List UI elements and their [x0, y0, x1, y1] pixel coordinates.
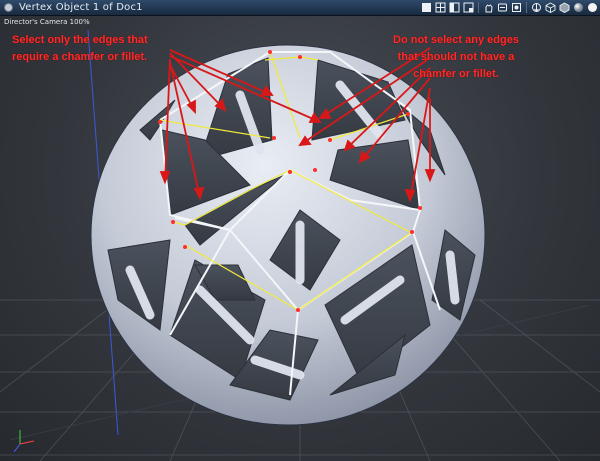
window-menu-icon[interactable]	[4, 3, 13, 12]
hand-icon[interactable]	[483, 2, 494, 13]
move-icon[interactable]	[531, 2, 542, 13]
grid-icon[interactable]	[435, 2, 446, 13]
window-title: Vertex Object 1 of Doc1	[19, 2, 143, 13]
material-icon[interactable]	[559, 2, 570, 13]
annotation-line: chamfer or fillet.	[413, 68, 499, 80]
polyhedron-model[interactable]	[90, 44, 486, 426]
window-titlebar: Vertex Object 1 of Doc1	[0, 0, 600, 16]
axis-gizmo	[13, 430, 35, 453]
cube-icon[interactable]	[545, 2, 556, 13]
sphere-icon[interactable]	[573, 2, 584, 13]
camera-label[interactable]: Director's Camera 100%	[4, 18, 90, 26]
annotation-line: require a chamfer or fillet.	[12, 51, 148, 63]
toolbar-divider	[478, 2, 479, 13]
view-toolbar	[421, 1, 598, 14]
left-annotation-text: Select only the edges that require a cha…	[12, 32, 148, 66]
annotation-line: Select only the edges that	[12, 34, 148, 46]
toolbar-divider	[526, 2, 527, 13]
3d-viewport[interactable]: Director's Camera 100% Select only the e…	[0, 16, 600, 461]
layout-split-icon[interactable]	[463, 2, 474, 13]
display-mode-icon[interactable]	[421, 2, 432, 13]
right-annotation-text: Do not select any edges that should not …	[393, 32, 519, 83]
light-icon[interactable]	[587, 2, 598, 13]
tools-icon[interactable]	[497, 2, 508, 13]
annotation-line: Do not select any edges	[393, 34, 519, 46]
layout-icon[interactable]	[449, 2, 460, 13]
annotation-line: that should not have a	[397, 51, 515, 63]
render-icon[interactable]	[511, 2, 522, 13]
